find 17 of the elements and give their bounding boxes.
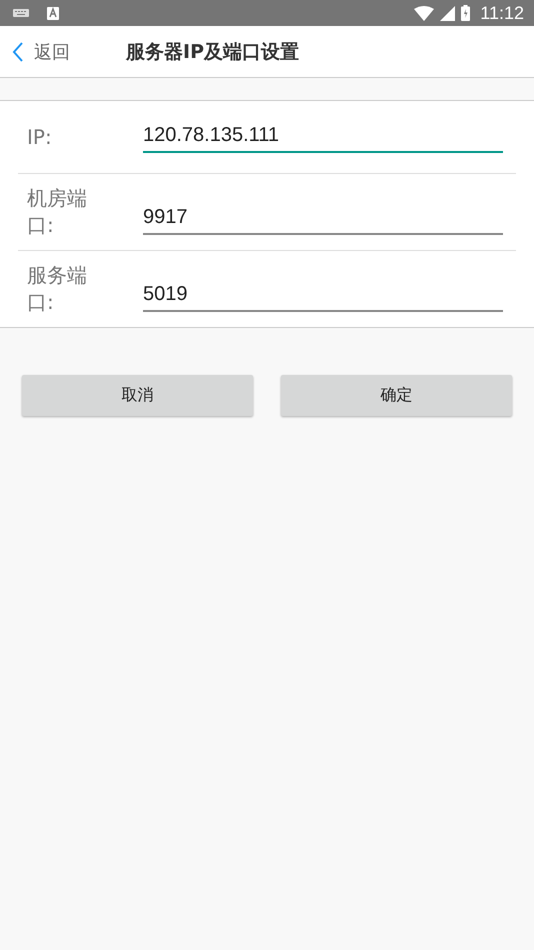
input-field[interactable]: 120.78.135.111 [143,122,503,152]
field-label: 机房端口: [27,185,88,239]
keyboard-icon [13,9,29,17]
text-icon [47,6,59,20]
field-label: IP: [27,124,53,150]
cancel-button[interactable]: 取消 [22,375,253,416]
chevron-left-icon [12,42,24,62]
field-label: 服务端口: [27,262,88,316]
clock: 11:12 [480,2,524,24]
input-field[interactable]: 5019 [143,280,503,312]
page-title: 服务器IP及端口设置 [126,40,299,64]
signal-icon [440,6,456,20]
input-field[interactable]: 9917 [143,204,503,234]
back-button[interactable]: 返回 [0,40,70,64]
battery-icon [461,5,470,21]
wifi-icon [414,6,434,20]
confirm-button[interactable]: 确定 [281,375,512,416]
